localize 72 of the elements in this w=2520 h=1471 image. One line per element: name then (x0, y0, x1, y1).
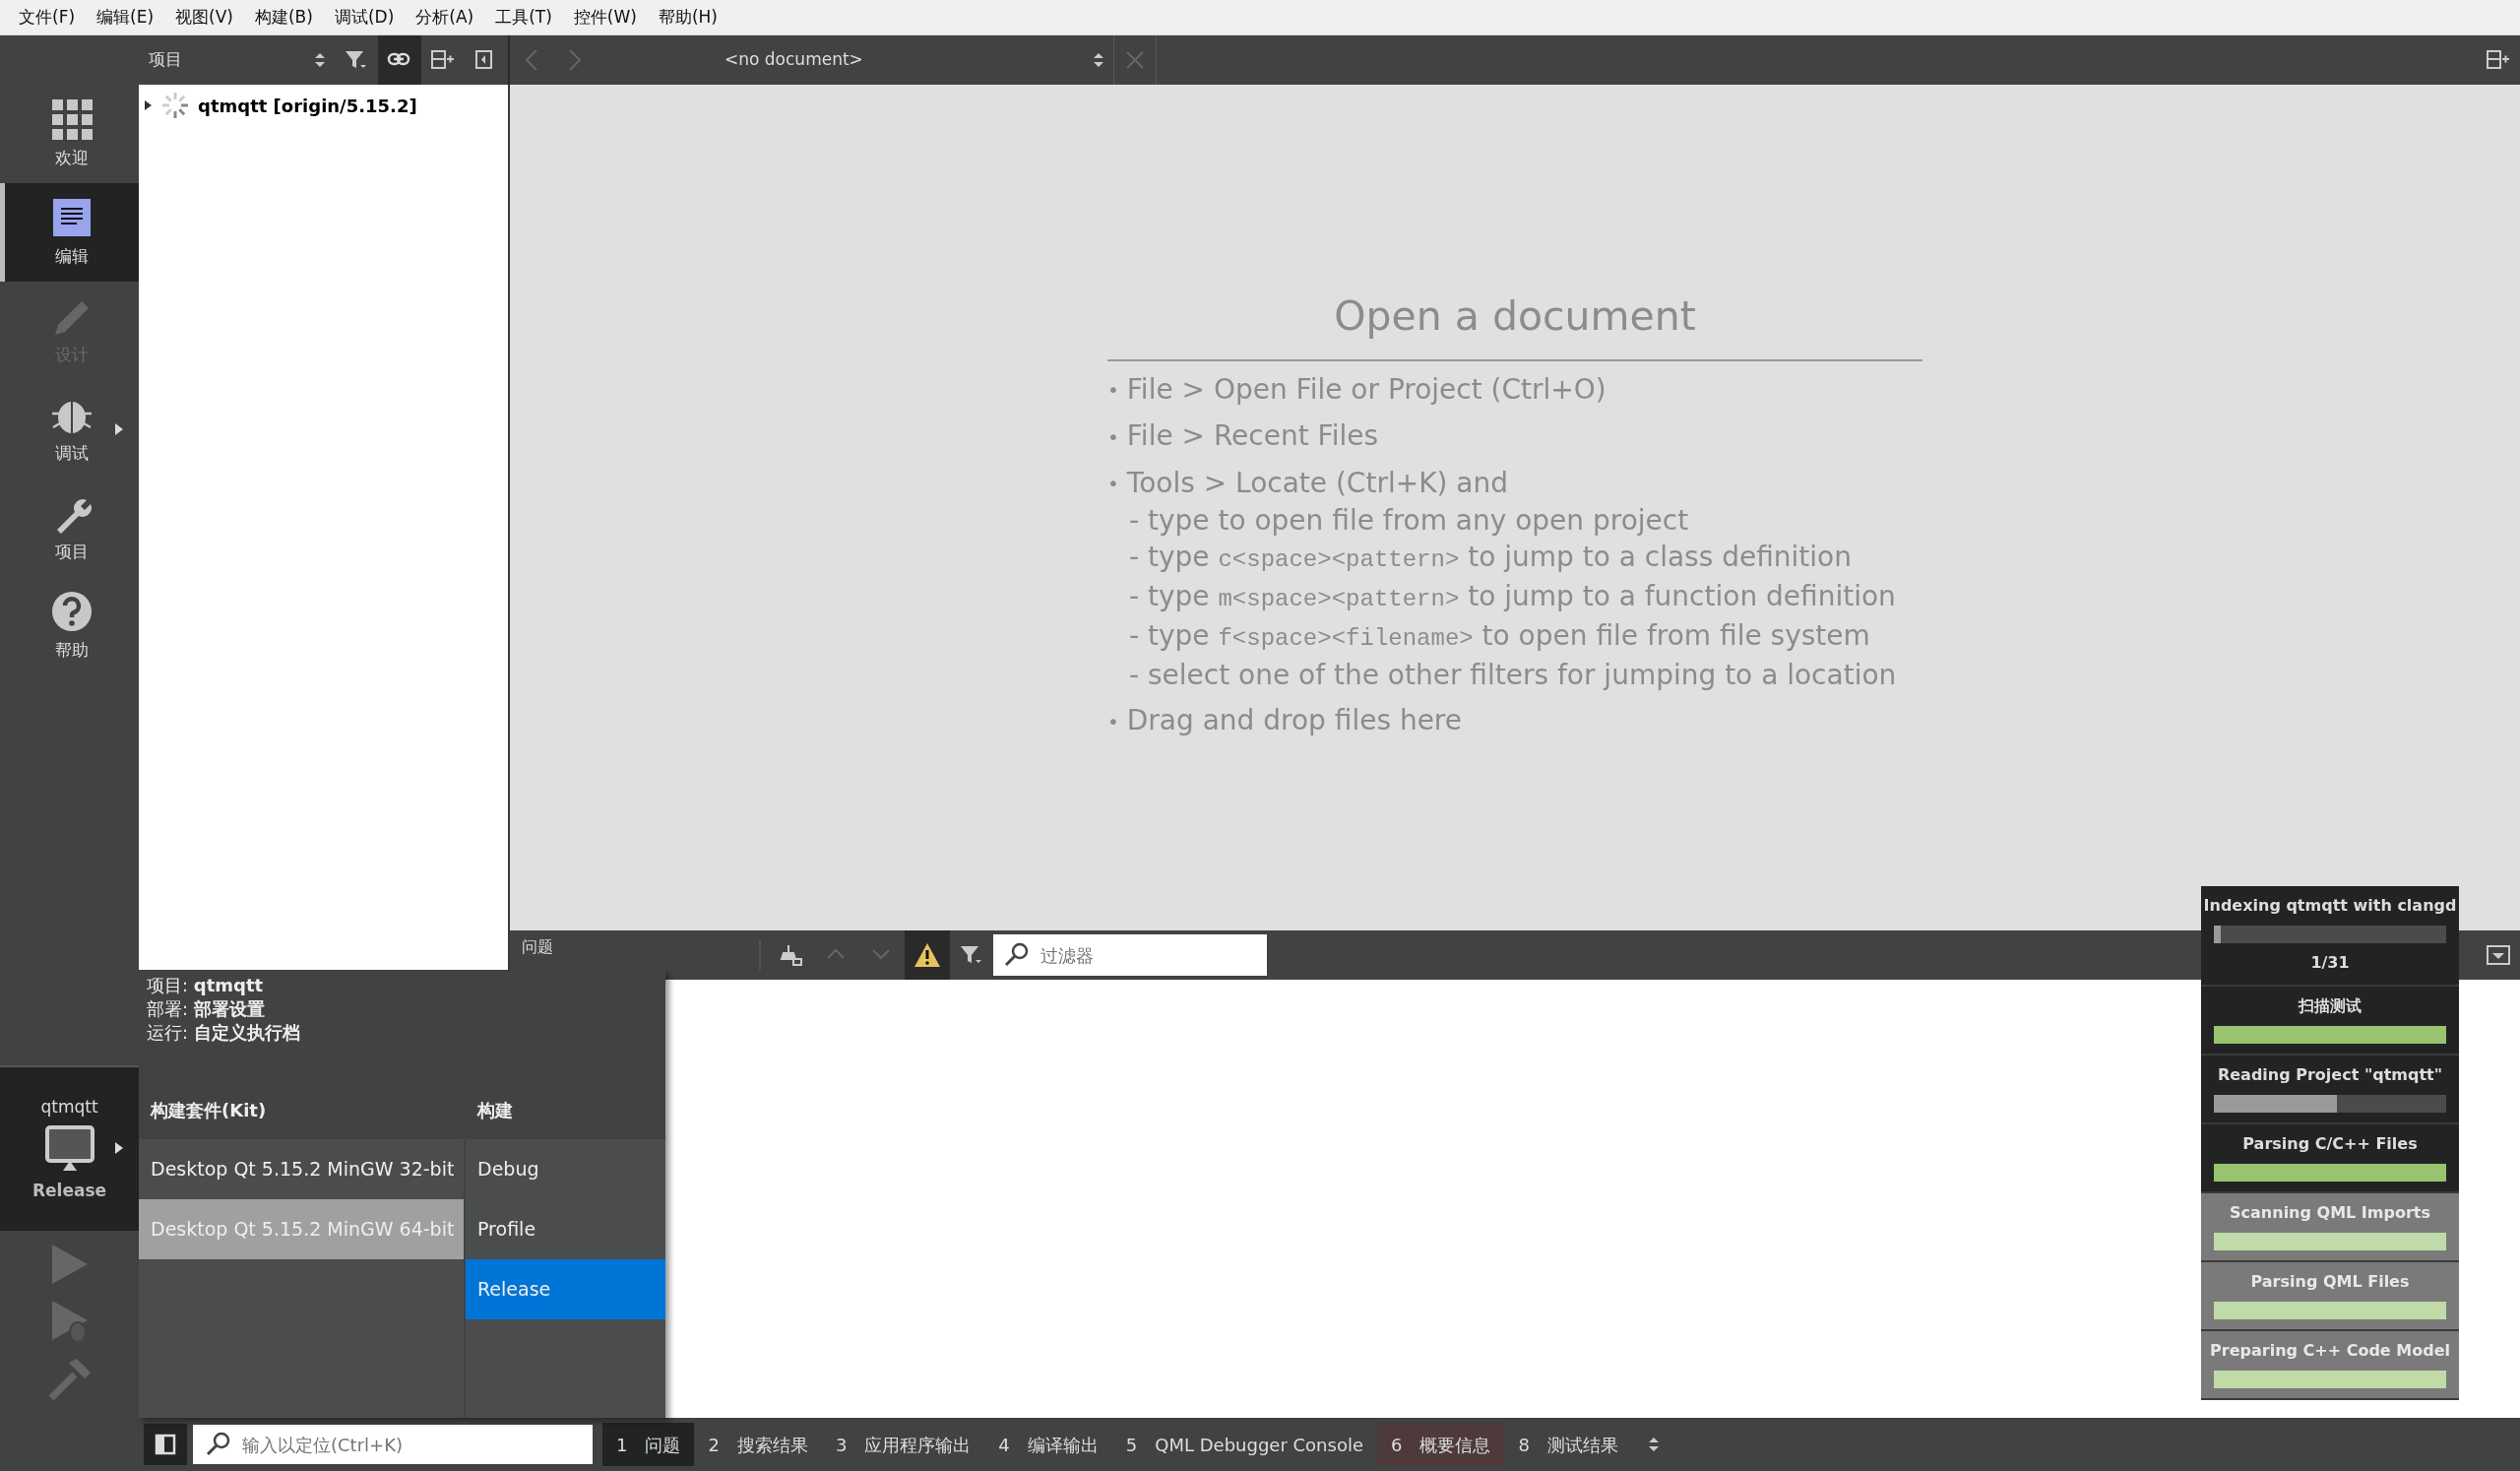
progress-count: 1/31 (2310, 952, 2350, 974)
broom-icon[interactable] (780, 943, 803, 967)
hint-line: - type m<space><pattern> to jump to a function definition (1128, 579, 1897, 614)
collapse-icon[interactable] (2487, 945, 2510, 965)
mode-button[interactable]: 编辑 (0, 183, 139, 282)
menu-item[interactable]: 工具(T) (486, 2, 561, 32)
caret-icon (115, 1142, 123, 1154)
hint-line: • File > Open File or Project (Ctrl+O) (1107, 371, 1607, 408)
hint-line: - select one of the other filters for jumping to a location (1128, 658, 1898, 693)
column-header: 构建 (466, 1080, 665, 1139)
monitor-icon (44, 1125, 94, 1173)
info-line: 项目: qtmqtt (147, 974, 265, 997)
search-icon (1003, 941, 1031, 969)
tree-item[interactable]: qtmqtt [origin/5.15.2] (143, 91, 508, 120)
menu-item[interactable]: 帮助(H) (649, 2, 726, 32)
split-add-icon[interactable] (2486, 48, 2511, 72)
hint-line: - type f<space><filename> to open file from file system (1128, 618, 1871, 654)
sidebar-toggle-icon[interactable] (155, 1434, 176, 1455)
pane-tab[interactable]: 4 编译输出 (984, 1423, 1112, 1466)
menu-item[interactable]: 构建(B) (245, 2, 322, 32)
mode-button[interactable]: 欢迎 (0, 85, 139, 183)
collapsed-icon (143, 100, 153, 110)
menu-item[interactable]: 调试(D) (325, 2, 404, 32)
info-line: 运行: 自定义执行档 (147, 1021, 301, 1045)
warning-filter-button[interactable] (905, 930, 950, 980)
hint-line: - type c<space><pattern> to jump to a class definition (1128, 540, 1853, 575)
menu-item[interactable]: 分析(A) (407, 2, 483, 32)
menu-item[interactable]: 编辑(E) (88, 2, 163, 32)
caret-icon (115, 423, 123, 435)
build-option[interactable]: Release (466, 1259, 665, 1319)
locator-field[interactable]: 输入以定位(Ctrl+K) (193, 1425, 593, 1464)
pane-tab[interactable]: 5 QML Debugger Console (1111, 1423, 1377, 1466)
menu-item[interactable]: 文件(F) (10, 2, 85, 32)
split-add-icon[interactable] (430, 48, 457, 72)
progress-task: Reading Project "qtmqtt" (2201, 1055, 2459, 1124)
kit-selector[interactable]: qtmqtt Release (0, 1065, 139, 1231)
view-selector[interactable]: 项目 (139, 35, 336, 85)
spinner-icon (160, 91, 190, 120)
mode-button[interactable]: 项目 (0, 479, 139, 577)
menu-item[interactable]: 视图(V) (166, 2, 242, 32)
welcome-title: Open a document (1107, 287, 1922, 361)
pane-tab[interactable]: 3 应用程序输出 (821, 1423, 985, 1466)
pane-tab[interactable]: 8 测试结果 (1504, 1423, 1632, 1466)
document-selector[interactable]: <no document> (597, 35, 1113, 85)
column-header: 构建套件(Kit) (139, 1080, 464, 1139)
pane-tab[interactable]: 1 问题 (602, 1423, 695, 1466)
kit-option[interactable]: Desktop Qt 5.15.2 MinGW 32-bit (139, 1139, 464, 1199)
pane-tab[interactable]: 2 搜索结果 (694, 1423, 822, 1466)
progress-task: Scanning QML Imports (2201, 1193, 2459, 1262)
pane-title: 问题 (521, 936, 554, 956)
progress-task: Parsing C/C++ Files (2201, 1124, 2459, 1193)
hint-line: - type to open file from any open project (1128, 503, 1690, 539)
mode-button[interactable]: 帮助 (0, 577, 139, 675)
grid-icon (49, 96, 94, 143)
pane-tab[interactable]: 6 概要信息 (1377, 1423, 1505, 1466)
menu-item[interactable]: 控件(W) (564, 2, 646, 32)
hint-line: • File > Recent Files (1107, 418, 1380, 454)
up-down-icon (1092, 51, 1105, 69)
progress-task: Preparing C++ Code Model (2201, 1331, 2459, 1400)
warning-icon (914, 942, 941, 968)
build-option[interactable]: Profile (466, 1199, 665, 1259)
filter-field[interactable]: 过滤器 (993, 934, 1267, 976)
search-icon (205, 1431, 232, 1458)
build-option[interactable]: Debug (466, 1139, 665, 1199)
info-line: 部署: 部署设置 (147, 997, 266, 1021)
hint-line: • Tools > Locate (Ctrl+K) and (1107, 465, 1509, 501)
progress-task: 扫描测试 (2201, 987, 2459, 1055)
progress-task: Parsing QML Files (2201, 1262, 2459, 1331)
mode-button[interactable]: 调试 (0, 380, 139, 479)
hint-line: • Drag and drop files here (1107, 703, 1463, 738)
up-down-icon (313, 51, 328, 69)
progress-task: Indexing qtmqtt with clangd 1/31 (2201, 886, 2459, 987)
